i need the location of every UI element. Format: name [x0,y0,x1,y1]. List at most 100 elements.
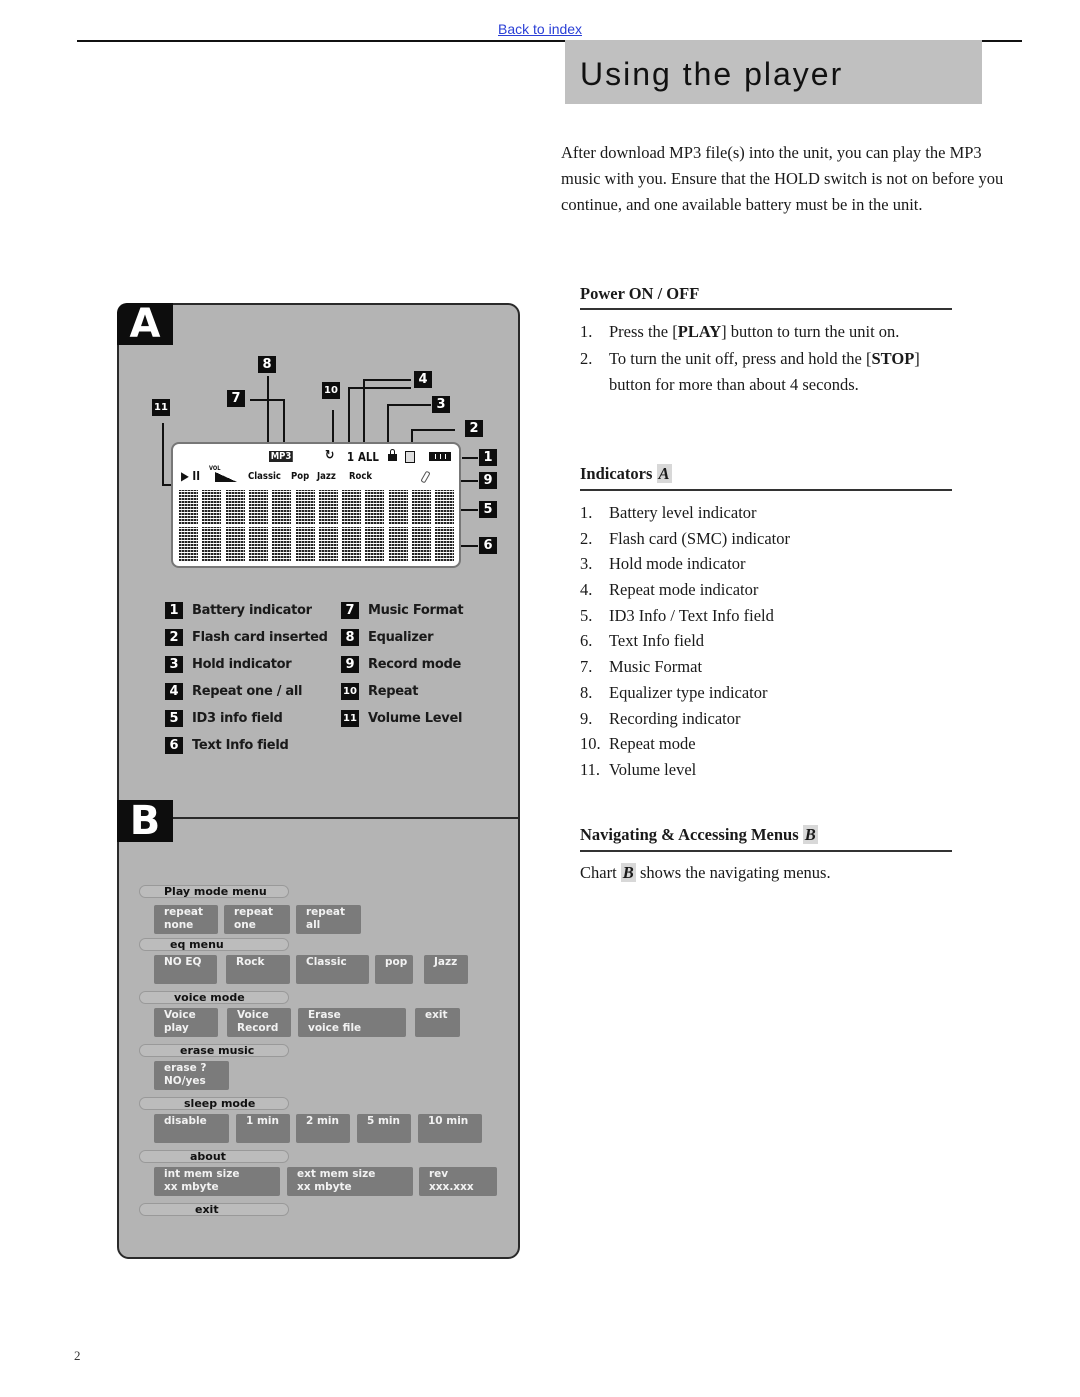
callout-6: 6 [479,537,497,554]
legend-text: Hold indicator [192,656,292,672]
callout-11: 11 [152,399,170,416]
legend-number: 1 [165,602,183,619]
legend-item: 9 Record mode [341,655,462,673]
indicator-item: 10. Repeat mode [580,734,696,754]
callout-9: 9 [479,472,497,489]
header-rule [77,40,565,42]
lcd-character-cell [365,527,385,561]
indicator-item: 2. Flash card (SMC) indicator [580,528,791,548]
indicator-item: 3. Hold mode indicator [580,554,746,574]
callout-5: 5 [479,501,497,518]
lcd-character-cell [388,490,408,524]
callout-line-11 [162,423,164,485]
legend-item: 8 Equalizer [341,628,434,646]
lcd-character-cell [295,490,315,524]
navigating-heading: Navigating & Accessing Menus B [580,825,818,844]
indicator-item: 5. ID3 Info / Text Info field [580,605,774,625]
play-pause-icon: ▶ II [181,469,200,483]
menu-header: Play mode menu [139,885,289,898]
menu-header-label: erase music [180,1044,255,1057]
lcd-character-cell [412,527,431,561]
play-button-ref: PLAY [677,322,722,341]
callout-3: 3 [432,396,450,413]
menu-option: 1 min [236,1114,290,1143]
lcd-display: MP3 ↻ 1 ALL ▶ II VOL Classic Pop Jazz Ro… [171,442,461,568]
page-title: Using the player [580,56,844,92]
format-indicator: MP3 [269,451,294,462]
power-step-continued: button for more than about 4 seconds. [609,375,859,394]
sd-card-icon [405,451,415,463]
eq-pop: Pop [291,471,310,482]
diagram-ref-a: A [656,464,672,483]
legend-number: 2 [165,628,183,646]
lcd-character-cell [388,527,408,561]
menu-option: Voice Record [227,1008,291,1037]
menu-header: sleep mode [139,1097,289,1110]
menu-option: 2 min [296,1114,350,1143]
page-number: 2 [74,1348,81,1363]
menu-header-label: voice mode [174,991,245,1004]
indicator-item: 7. Music Format [580,657,703,677]
legend-item: 4 Repeat one / all [165,682,302,700]
menu-header-label: eq menu [170,938,224,951]
panel-a-label: A [117,301,173,347]
callout-8: 8 [258,356,276,373]
indicator-list: 1. Battery level indicator 2. Flash card (S… [580,500,970,783]
section-rule [580,308,952,310]
lcd-character-cell [225,490,245,524]
legend-text: Music Format [368,603,464,618]
lcd-character-cell [248,490,268,524]
callout-line-4 [348,387,411,389]
menu-header-label: Play mode menu [164,885,267,898]
indicator-item: 9. Recording indicator [580,708,741,728]
menu-option: repeat none [154,905,218,934]
microphone-icon [420,470,431,484]
indicator-item: 6. Text Info field [580,631,705,651]
legend-item: 1 Battery indicator [165,602,312,619]
lcd-character-cell [365,490,385,524]
legend-item: 11 Volume Level [341,709,462,727]
stop-button-ref: STOP [871,348,915,368]
legend-number: 5 [165,709,183,727]
legend-item: 2 Flash card inserted [165,628,328,646]
lcd-character-cell [318,490,338,524]
legend-item: 7 Music Format [341,602,464,619]
back-to-index-link[interactable]: Back to index [498,22,582,37]
indicator-item: 1. Battery level indicator [580,503,757,522]
power-step: 2. To turn the unit off, press and hold t… [580,348,920,368]
repeat-all-indicator: ALL [358,450,379,464]
menu-option: exit [415,1008,460,1037]
legend-number: 3 [165,655,183,673]
menu-option: Voice play [154,1008,218,1037]
lcd-character-cell [248,527,268,561]
menu-option: int mem size xx mbyte [154,1167,280,1196]
menu-option: erase ? NO/yes [154,1061,229,1090]
legend-text: Record mode [368,656,462,672]
legend-item: 3 Hold indicator [165,655,292,673]
lcd-character-cell [342,527,362,561]
legend-item: 10 Repeat [341,682,418,700]
lcd-character-cell [202,527,222,561]
menu-option: ext mem size xx mbyte [287,1167,413,1196]
legend-number: 9 [341,655,359,673]
header-rule [982,40,1022,42]
menu-option: Jazz [424,955,468,984]
lcd-character-cell [225,527,245,561]
menu-option: Rock [226,955,290,984]
diagram-ref-b: B [802,825,818,844]
callout-line-7 [250,399,284,401]
eq-jazz: Jazz [317,471,336,482]
lcd-character-cell [272,490,292,524]
diagram-ref-b: B [620,863,636,882]
power-heading: Power ON / OFF [580,284,700,303]
menu-header: voice mode [139,991,289,1004]
menu-header: erase music [139,1044,289,1057]
legend-item: 6 Text Info field [165,736,289,754]
legend-number: 11 [341,709,359,727]
callout-7: 7 [227,390,245,407]
legend-number: 6 [165,736,183,754]
repeat-icon: ↻ [325,448,335,463]
panel-b-label: B [117,798,173,844]
callout-line-4 [348,387,350,449]
menu-option: disable [154,1114,229,1143]
